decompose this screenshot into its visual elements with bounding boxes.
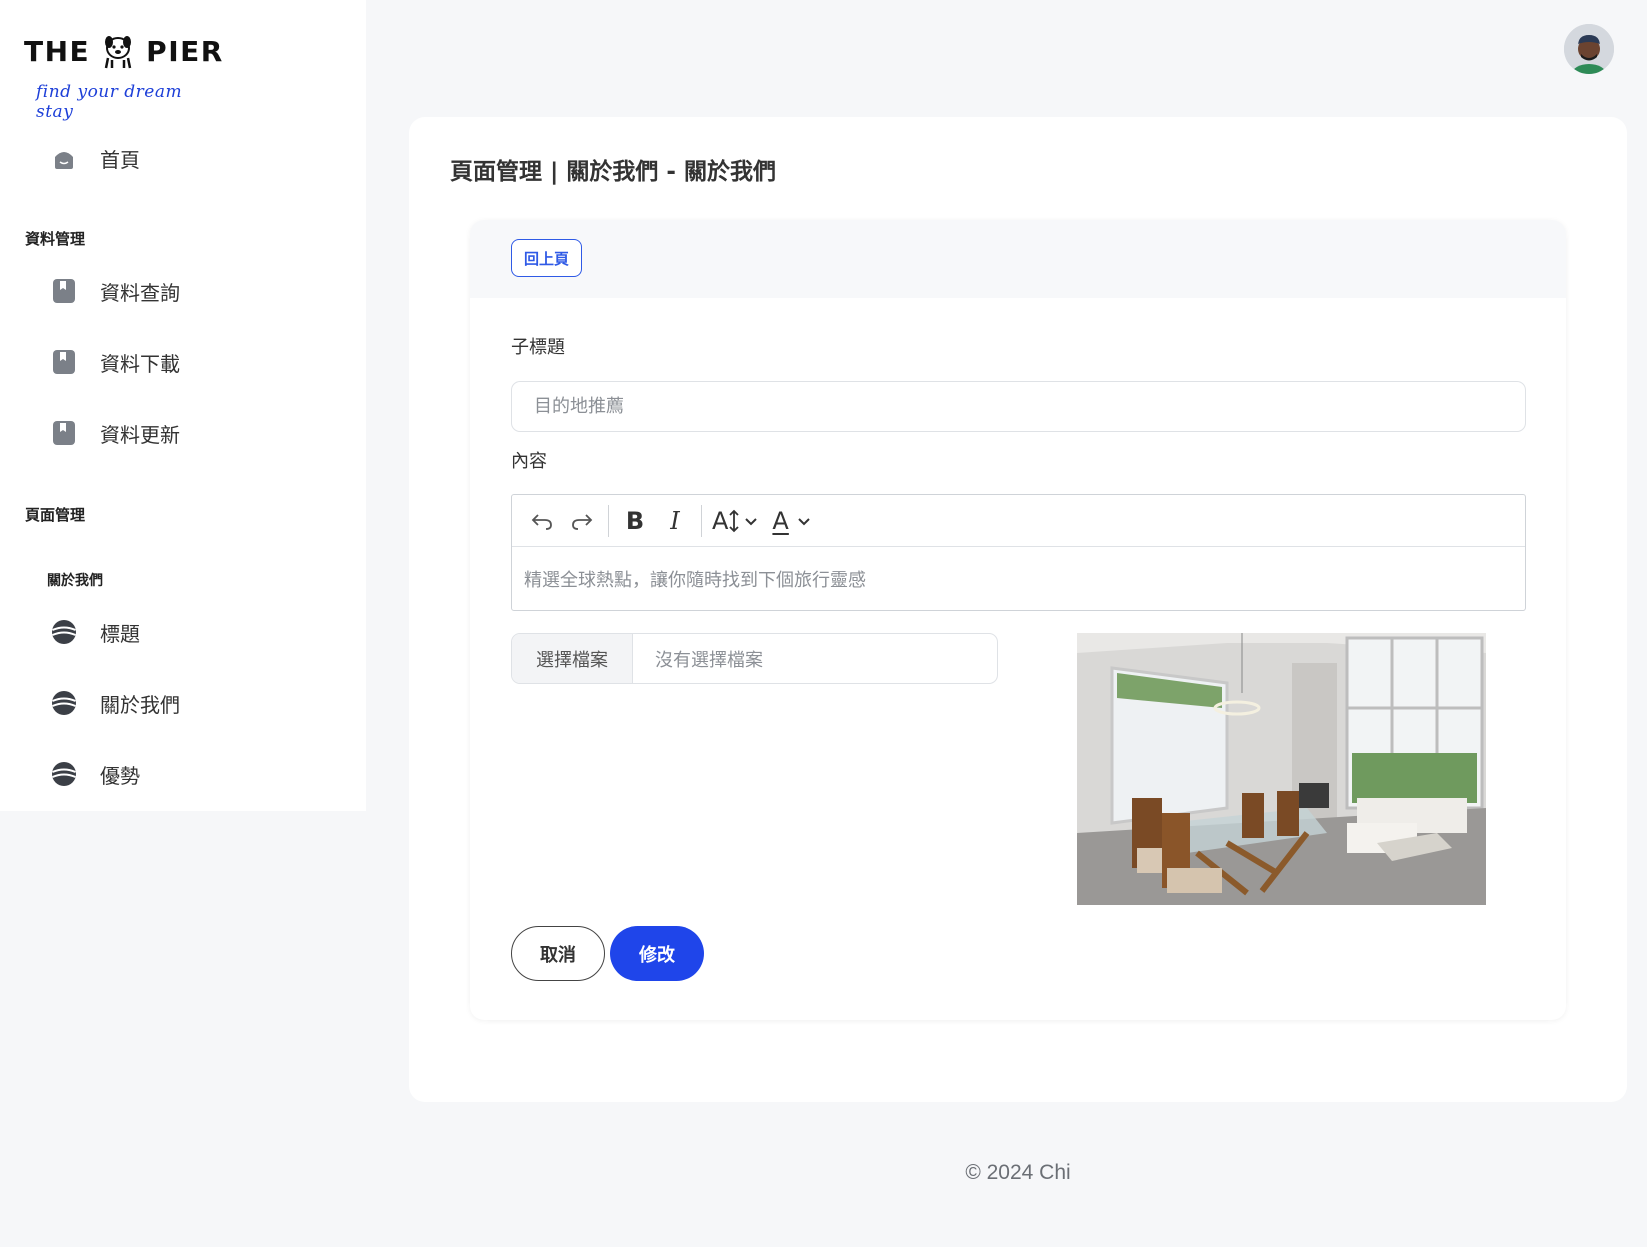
redo-icon <box>572 513 593 530</box>
sidebar-item-label: 首頁 <box>100 147 140 172</box>
sidebar-section-data: 資料管理 <box>25 230 86 248</box>
redo-button[interactable] <box>562 501 602 541</box>
brand-name-right: PIER <box>146 34 224 68</box>
update-button[interactable]: 修改 <box>610 926 704 981</box>
sidebar-item-label: 標題 <box>100 621 140 646</box>
font-color-label: A <box>772 506 789 535</box>
toolbar-divider <box>608 504 609 537</box>
form-header: 回上頁 <box>470 220 1566 298</box>
brand-wordmark: THE PIER <box>24 32 224 70</box>
toolbar-divider <box>701 504 702 537</box>
sidebar-item-data-download[interactable]: 資料下載 <box>50 342 180 382</box>
choose-file-button[interactable]: 選擇檔案 <box>512 634 633 683</box>
editor-content-area[interactable]: 精選全球熱點，讓你隨時找到下個旅行靈感 <box>512 547 1525 611</box>
sidebar-item-advantages[interactable]: 優勢 <box>50 754 140 794</box>
file-status-text: 沒有選擇檔案 <box>655 649 763 671</box>
undo-button[interactable] <box>522 501 562 541</box>
globe-icon <box>50 618 78 646</box>
chevron-down-icon <box>745 517 758 525</box>
sidebar-item-data-update[interactable]: 資料更新 <box>50 413 180 453</box>
brand-logo[interactable]: THE PIER find your dream stay <box>24 32 224 123</box>
sidebar-item-label: 優勢 <box>100 763 140 788</box>
bold-button[interactable]: B <box>615 501 655 541</box>
cancel-button[interactable]: 取消 <box>511 926 605 981</box>
rich-text-editor: B I A A 精選全球熱點，讓你隨時找到下個旅行靈感 <box>511 494 1526 611</box>
sidebar-item-label: 資料更新 <box>100 422 180 447</box>
brand-tagline: find your dream stay <box>36 82 183 122</box>
sidebar-item-about-us[interactable]: 關於我們 <box>50 683 180 723</box>
undo-icon <box>531 513 552 530</box>
bookmark-icon <box>50 419 78 447</box>
dog-mascot-icon <box>104 36 132 69</box>
font-size-arrow-icon <box>729 509 740 532</box>
sidebar-subsection-about: 關於我們 <box>47 573 103 589</box>
dining-room-photo <box>1077 633 1486 905</box>
bookmark-icon <box>50 348 78 376</box>
footer: © 2024 Chi <box>0 1161 1647 1185</box>
home-icon <box>50 144 78 172</box>
sidebar-item-heading[interactable]: 標題 <box>50 612 140 652</box>
page-title: 頁面管理 | 關於我們 - 關於我們 <box>450 159 776 185</box>
subtitle-label: 子標題 <box>511 337 565 358</box>
globe-icon <box>50 689 78 717</box>
font-color-dropdown[interactable]: A <box>768 501 814 541</box>
bookmark-icon <box>50 277 78 305</box>
file-upload-field[interactable]: 選擇檔案 沒有選擇檔案 <box>511 633 998 684</box>
sidebar-section-pages: 頁面管理 <box>25 506 86 524</box>
sidebar-item-label: 關於我們 <box>100 692 180 717</box>
subtitle-input[interactable] <box>511 381 1526 432</box>
italic-button[interactable]: I <box>655 501 695 541</box>
brand-name-left: THE <box>24 34 91 68</box>
chevron-down-icon <box>798 517 810 525</box>
sidebar: THE PIER find your dream stay 首頁 資料管理 資料… <box>0 0 366 811</box>
globe-icon <box>50 760 78 788</box>
user-avatar[interactable] <box>1564 24 1614 74</box>
edit-form-card: 回上頁 子標題 內容 B <box>470 220 1566 1020</box>
content-label: 內容 <box>511 451 547 472</box>
sidebar-item-home[interactable]: 首頁 <box>50 138 140 178</box>
sidebar-item-label: 資料下載 <box>100 351 180 376</box>
sidebar-item-data-query[interactable]: 資料查詢 <box>50 271 180 311</box>
back-button[interactable]: 回上頁 <box>511 239 583 277</box>
editor-toolbar: B I A A <box>512 495 1525 547</box>
font-size-dropdown[interactable]: A <box>708 501 762 541</box>
font-size-label: A <box>712 506 729 535</box>
copyright-text: © 2024 Chi <box>965 1161 1071 1184</box>
sidebar-item-label: 資料查詢 <box>100 280 180 305</box>
image-preview <box>1077 633 1486 905</box>
avatar-image <box>1564 24 1614 74</box>
main-card: 頁面管理 | 關於我們 - 關於我們 回上頁 子標題 內容 <box>409 117 1627 1102</box>
